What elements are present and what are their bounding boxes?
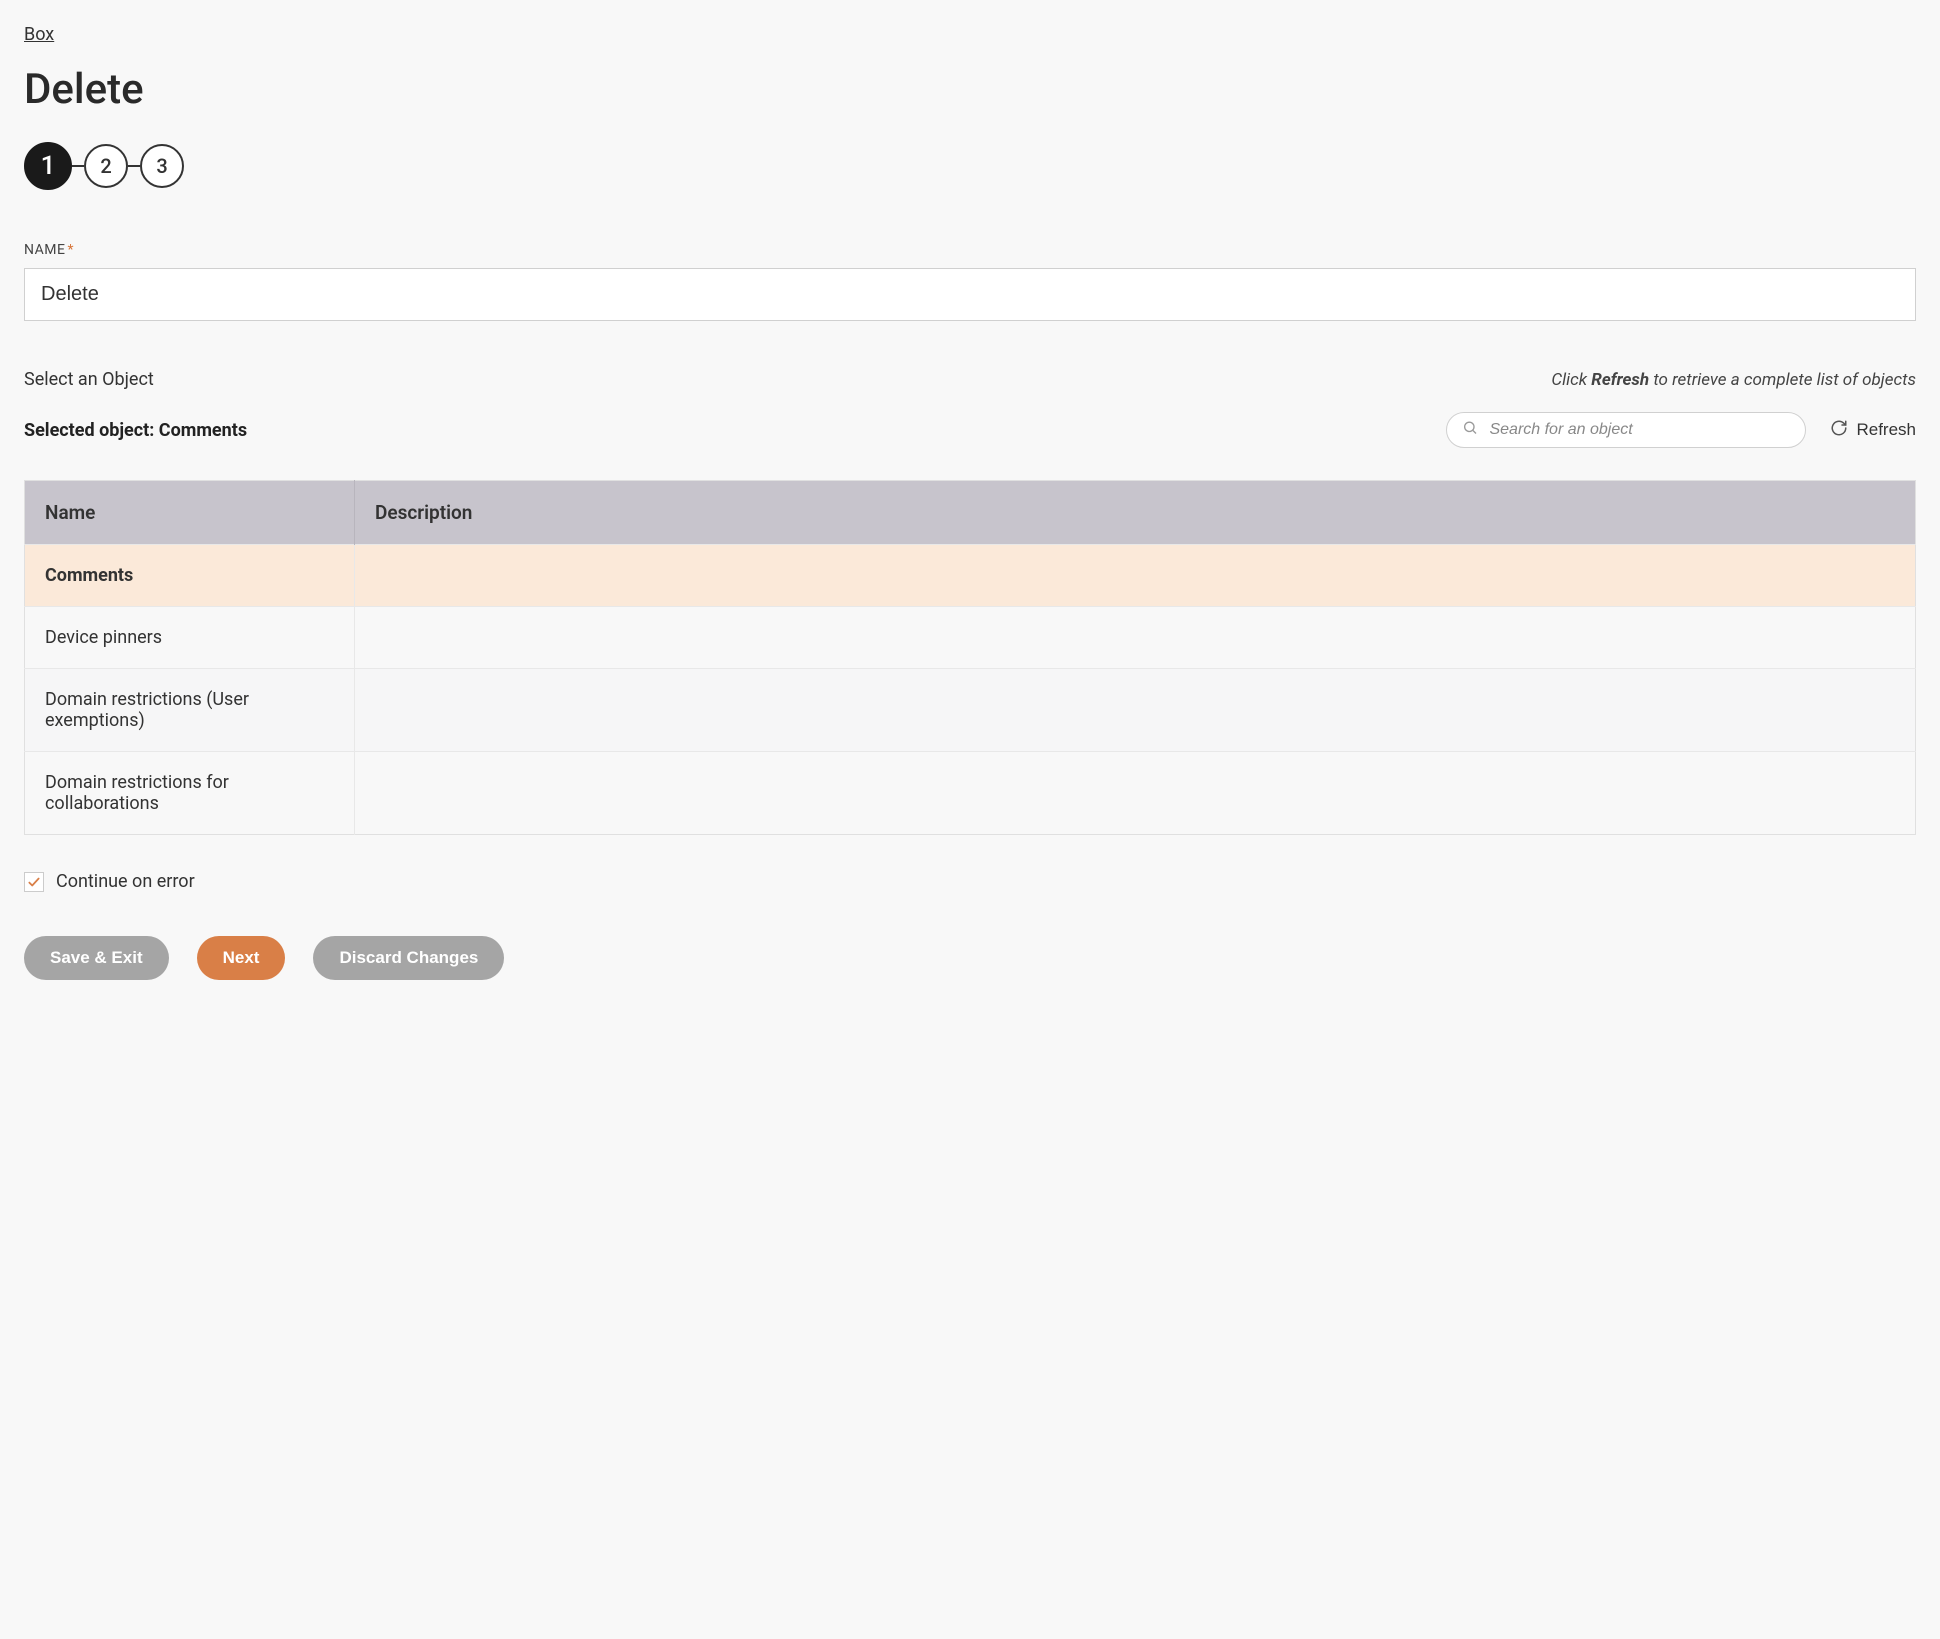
stepper: 1 2 3	[24, 142, 1916, 190]
step-3[interactable]: 3	[140, 144, 184, 188]
table-row[interactable]: Comments	[25, 545, 1916, 607]
step-2[interactable]: 2	[84, 144, 128, 188]
object-controls: Selected object: Comments Refresh	[24, 412, 1916, 448]
continue-on-error-row: Continue on error	[24, 871, 1916, 892]
cell-name: Device pinners	[25, 607, 355, 669]
table-row[interactable]: Domain restrictions (User exemptions)	[25, 669, 1916, 752]
step-connector	[128, 165, 140, 167]
breadcrumb: Box	[24, 24, 1916, 45]
save-exit-button[interactable]: Save & Exit	[24, 936, 169, 980]
table-row[interactable]: Domain restrictions for collaborations	[25, 752, 1916, 835]
refresh-label: Refresh	[1856, 420, 1916, 440]
cell-description	[355, 607, 1916, 669]
next-button[interactable]: Next	[197, 936, 286, 980]
continue-on-error-checkbox[interactable]	[24, 872, 44, 892]
check-icon	[27, 875, 41, 889]
cell-description	[355, 669, 1916, 752]
table-row[interactable]: Device pinners	[25, 607, 1916, 669]
required-mark: *	[67, 242, 74, 258]
cell-description	[355, 752, 1916, 835]
continue-on-error-label[interactable]: Continue on error	[56, 871, 195, 892]
col-header-description[interactable]: Description	[355, 481, 1916, 545]
refresh-button[interactable]: Refresh	[1830, 419, 1916, 442]
cell-name: Domain restrictions for collaborations	[25, 752, 355, 835]
breadcrumb-link-box[interactable]: Box	[24, 24, 54, 45]
step-1[interactable]: 1	[24, 142, 72, 190]
selected-object-label: Selected object: Comments	[24, 420, 247, 441]
object-section-header: Select an Object Click Refresh to retrie…	[24, 369, 1916, 390]
step-connector	[72, 165, 84, 167]
button-row: Save & Exit Next Discard Changes	[24, 936, 1916, 980]
discard-button[interactable]: Discard Changes	[313, 936, 504, 980]
name-input[interactable]	[24, 268, 1916, 321]
name-field-group: NAME*	[24, 238, 1916, 369]
select-object-label: Select an Object	[24, 369, 154, 390]
cell-description	[355, 545, 1916, 607]
cell-name: Domain restrictions (User exemptions)	[25, 669, 355, 752]
search-input[interactable]	[1446, 412, 1806, 448]
search-wrap	[1446, 412, 1806, 448]
refresh-icon	[1830, 419, 1848, 442]
name-label: NAME*	[24, 242, 74, 258]
cell-name: Comments	[25, 545, 355, 607]
page-title: Delete	[24, 65, 1916, 114]
refresh-hint: Click Refresh to retrieve a complete lis…	[1551, 370, 1916, 390]
col-header-name[interactable]: Name	[25, 481, 355, 545]
objects-table: Name Description Comments Device pinners…	[24, 480, 1916, 835]
search-refresh-group: Refresh	[1446, 412, 1916, 448]
